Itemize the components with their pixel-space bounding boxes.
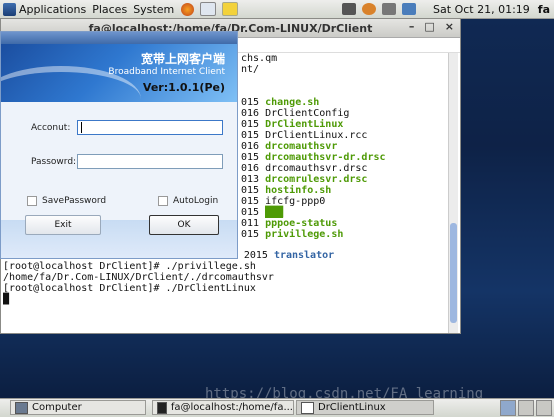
taskbar-item-computer[interactable]: Computer	[10, 400, 146, 415]
terminal-line: 015 hostinfo.sh	[241, 185, 332, 196]
brand-banner: 宽带上网客户端 Broadband Internet Client Ver:1.…	[1, 44, 237, 102]
taskbar-item-drclient[interactable]: DrClientLinux	[296, 400, 434, 415]
auto-login-label: AutoLogin	[173, 196, 219, 206]
dialog-titlebar[interactable]	[1, 32, 237, 44]
terminal-line: 015 ███	[241, 207, 284, 218]
workspace-1[interactable]	[500, 400, 516, 416]
bottom-panel: Computer fa@localhost:/home/fa... DrClie…	[0, 398, 554, 417]
maximize-icon[interactable]: □	[424, 20, 434, 33]
notes-launcher-icon[interactable]	[222, 2, 239, 16]
clock[interactable]: Sat Oct 21, 01:19	[433, 3, 530, 16]
version-label: Ver:1.0.1(Pe)	[142, 81, 225, 94]
taskbar-label: DrClientLinux	[318, 402, 386, 413]
applications-menu-label: Applications	[19, 2, 87, 16]
terminal-line: █	[3, 294, 10, 305]
window-icon	[301, 401, 314, 414]
brand-title-cn: 宽带上网客户端	[140, 52, 225, 66]
terminal-line: 015 ifcfg-ppp0	[241, 196, 326, 207]
terminal-line: 015 change.sh	[241, 97, 320, 108]
taskbar-label: Computer	[32, 402, 82, 413]
updates-icon[interactable]	[362, 3, 377, 15]
auto-login-box[interactable]	[158, 196, 168, 206]
places-menu-label: Places	[92, 2, 128, 16]
login-dialog: 宽带上网客户端 Broadband Internet Client Ver:1.…	[0, 31, 238, 259]
taskbar-item-terminal[interactable]: fa@localhost:/home/fa...	[152, 400, 294, 415]
workspace-3[interactable]	[536, 400, 552, 416]
taskbar-label: fa@localhost:/home/fa...	[170, 402, 293, 413]
system-menu-label: System	[133, 2, 175, 16]
places-menu[interactable]: Places	[89, 0, 130, 18]
terminal-line: 015 privillege.sh	[241, 229, 344, 240]
mail-launcher-icon[interactable]	[200, 2, 217, 16]
applications-menu[interactable]: Applications	[0, 0, 89, 18]
network-icon[interactable]	[342, 3, 357, 15]
save-password-box[interactable]	[27, 196, 37, 206]
terminal-line: 016 drcomauthsvr	[241, 141, 338, 152]
system-menu[interactable]: System	[130, 0, 177, 18]
firefox-launcher-icon[interactable]	[181, 2, 195, 16]
terminal-line: 016 drcomauthsvr.drsc	[241, 163, 368, 174]
ok-button[interactable]: OK	[149, 215, 219, 235]
gnome-foot-icon	[3, 2, 16, 16]
scrollbar-thumb[interactable]	[450, 223, 457, 323]
minimize-icon[interactable]: –	[409, 20, 415, 33]
terminal-line: 015 drcomauthsvr-dr.drsc	[241, 152, 386, 163]
terminal-line: [root@localhost DrClient]# ./privillege.…	[3, 261, 256, 272]
computer-icon	[15, 401, 28, 414]
top-panel: Applications Places System Sat Oct 21, 0…	[0, 0, 554, 19]
save-password-checkbox[interactable]: SavePassword	[27, 196, 106, 206]
brand-title-en: Broadband Internet Client	[108, 67, 225, 77]
terminal-line: 016 DrClientConfig	[241, 108, 350, 119]
terminal-line: [root@localhost DrClient]# ./DrClientLin…	[3, 283, 256, 294]
terminal-scrollbar[interactable]	[448, 53, 458, 333]
terminal-line: /home/fa/Dr.Com-LINUX/DrClient/./drcomau…	[3, 272, 274, 283]
terminal-line: 015 DrClientLinux.rcc	[241, 130, 368, 141]
terminal-line: nt/	[241, 64, 260, 75]
terminal-icon	[157, 401, 167, 414]
terminal-line: chs.qm	[241, 53, 278, 64]
auto-login-checkbox[interactable]: AutoLogin	[158, 196, 218, 206]
save-password-label: SavePassword	[42, 196, 107, 206]
volume-icon[interactable]	[382, 3, 397, 15]
workspace-2[interactable]	[518, 400, 534, 416]
password-input[interactable]	[77, 154, 223, 169]
account-input[interactable]	[77, 120, 223, 135]
terminal-line: 013 drcomrulesvr.drsc	[241, 174, 368, 185]
password-label: Passowrd:	[31, 157, 77, 167]
terminal-line: 015 DrClientLinux	[241, 119, 344, 130]
exit-button[interactable]: Exit	[25, 215, 101, 235]
workspace-switcher[interactable]	[500, 400, 552, 416]
account-label: Acconut:	[31, 123, 71, 133]
close-icon[interactable]: ×	[445, 20, 454, 33]
user-menu[interactable]: fa	[538, 3, 550, 16]
display-icon[interactable]	[402, 3, 417, 15]
terminal-line: 011 pppoe-status	[241, 218, 338, 229]
